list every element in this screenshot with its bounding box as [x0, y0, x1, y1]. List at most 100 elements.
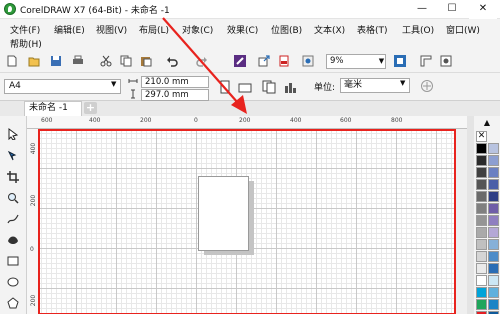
current-page-icon[interactable] [284, 80, 298, 94]
color-swatch[interactable] [476, 287, 487, 298]
color-swatch[interactable] [488, 155, 499, 166]
color-swatch[interactable] [476, 251, 487, 262]
color-swatch[interactable] [476, 143, 487, 154]
color-swatch[interactable] [488, 143, 499, 154]
open-folder-icon[interactable] [28, 55, 40, 67]
options-icon[interactable] [440, 55, 452, 67]
save-icon[interactable] [50, 55, 62, 67]
docker-strip[interactable] [467, 116, 474, 314]
menu-bar: 文件(F) 编辑(E) 视图(V) 布局(L) 对象(C) 效果(C) 位图(B… [0, 19, 500, 51]
color-swatch[interactable] [476, 239, 487, 250]
redo-icon[interactable] [196, 55, 208, 67]
all-pages-icon[interactable] [262, 80, 276, 94]
menu-help[interactable]: 帮助(H) [10, 37, 42, 50]
canvas-highlight-box [38, 129, 456, 314]
chevron-down-icon[interactable]: ▼ [111, 80, 116, 88]
import-icon[interactable] [234, 55, 246, 67]
ruler-tick-label: 0 [194, 117, 198, 124]
color-swatch[interactable] [476, 215, 487, 226]
paste-icon[interactable] [140, 55, 152, 67]
page-height-field[interactable]: 297.0 mm [141, 89, 209, 101]
full-screen-preview-icon[interactable] [394, 55, 406, 67]
color-swatch[interactable] [476, 179, 487, 190]
horizontal-ruler[interactable]: 600 400 200 0 200 400 600 800 [27, 116, 474, 129]
app-launcher-icon[interactable] [302, 55, 314, 67]
ruler-tick-label: 600 [340, 117, 352, 124]
color-swatch[interactable] [488, 263, 499, 274]
print-icon[interactable] [72, 55, 84, 67]
title-bar: CorelDRAW X7 (64-Bit) - 未命名 -1 — ☐ ✕ [0, 0, 500, 19]
ruler-tick-label: 200 [140, 117, 152, 124]
menu-bitmaps[interactable]: 位图(B) [271, 23, 302, 36]
color-swatch[interactable] [476, 275, 487, 286]
ruler-tick-label: 200 [30, 194, 38, 207]
document-tab[interactable]: 未命名 -1 [24, 101, 82, 116]
polygon-tool-icon[interactable] [7, 297, 19, 309]
color-swatch[interactable] [488, 227, 499, 238]
ruler-tick-label: 400 [30, 142, 38, 155]
ruler-tick-label: 0 [30, 246, 34, 253]
zoom-tool-icon[interactable] [7, 192, 19, 204]
menu-view[interactable]: 视图(V) [96, 23, 127, 36]
page-width-field[interactable]: 210.0 mm [141, 76, 209, 88]
menu-object[interactable]: 对象(C) [182, 23, 213, 36]
palette-scroll-up-icon[interactable]: ▲ [476, 118, 498, 128]
artistic-media-icon[interactable] [7, 234, 19, 246]
color-swatch[interactable] [476, 227, 487, 238]
close-button[interactable]: ✕ [469, 0, 497, 19]
color-swatch[interactable] [488, 215, 499, 226]
color-swatch[interactable] [476, 191, 487, 202]
no-color-swatch[interactable]: ✕ [476, 131, 487, 142]
window-title: CorelDRAW X7 (64-Bit) - 未命名 -1 [20, 6, 170, 16]
menu-table[interactable]: 表格(T) [357, 23, 388, 36]
menu-effects[interactable]: 效果(C) [227, 23, 258, 36]
menu-layout[interactable]: 布局(L) [139, 23, 169, 36]
menu-window[interactable]: 窗口(W) [446, 23, 480, 36]
chevron-down-icon[interactable]: ▼ [377, 54, 386, 69]
coreldraw-window: CorelDRAW X7 (64-Bit) - 未命名 -1 — ☐ ✕ 文件(… [0, 0, 500, 314]
copy-icon[interactable] [120, 55, 132, 67]
cut-icon[interactable] [100, 55, 112, 67]
freehand-tool-icon[interactable] [7, 213, 19, 225]
color-swatch[interactable] [488, 299, 499, 310]
color-swatch[interactable] [476, 203, 487, 214]
new-document-icon[interactable] [6, 55, 18, 67]
shape-tool-icon[interactable] [7, 150, 19, 162]
color-swatch[interactable] [488, 191, 499, 202]
undo-icon[interactable] [166, 55, 178, 67]
menu-tools[interactable]: 工具(O) [402, 23, 434, 36]
color-swatch[interactable] [488, 251, 499, 262]
color-swatch[interactable] [476, 167, 487, 178]
color-palette: ▲ ✕ [474, 116, 500, 314]
nudge-distance-icon[interactable] [420, 79, 434, 93]
crop-tool-icon[interactable] [7, 171, 19, 183]
color-swatch[interactable] [488, 275, 499, 286]
color-swatch[interactable] [488, 167, 499, 178]
maximize-button[interactable]: ☐ [438, 0, 466, 19]
menu-file[interactable]: 文件(F) [10, 23, 40, 36]
paper-size-select[interactable]: A4 [4, 79, 121, 94]
show-rulers-icon[interactable] [420, 55, 432, 67]
export-icon[interactable] [258, 55, 270, 67]
ruler-tick-label: 800 [391, 117, 403, 124]
color-swatch[interactable] [488, 287, 499, 298]
minimize-button[interactable]: — [408, 0, 436, 19]
portrait-icon[interactable] [219, 80, 231, 94]
ellipse-tool-icon[interactable] [7, 276, 19, 288]
color-swatch[interactable] [488, 239, 499, 250]
color-swatch[interactable] [476, 155, 487, 166]
color-swatch[interactable] [476, 263, 487, 274]
color-swatch[interactable] [488, 179, 499, 190]
new-tab-button[interactable]: + [84, 102, 97, 114]
color-swatch[interactable] [476, 299, 487, 310]
rectangle-tool-icon[interactable] [7, 255, 19, 267]
menu-text[interactable]: 文本(X) [314, 23, 345, 36]
chevron-down-icon[interactable]: ▼ [400, 79, 405, 87]
menu-edit[interactable]: 编辑(E) [54, 23, 85, 36]
pick-tool-icon[interactable] [7, 128, 19, 140]
color-swatch[interactable] [488, 203, 499, 214]
vertical-scrollbar[interactable] [455, 129, 467, 314]
ruler-tick-label: 200 [239, 117, 251, 124]
landscape-icon[interactable] [238, 82, 252, 94]
publish-pdf-icon[interactable] [278, 55, 290, 67]
